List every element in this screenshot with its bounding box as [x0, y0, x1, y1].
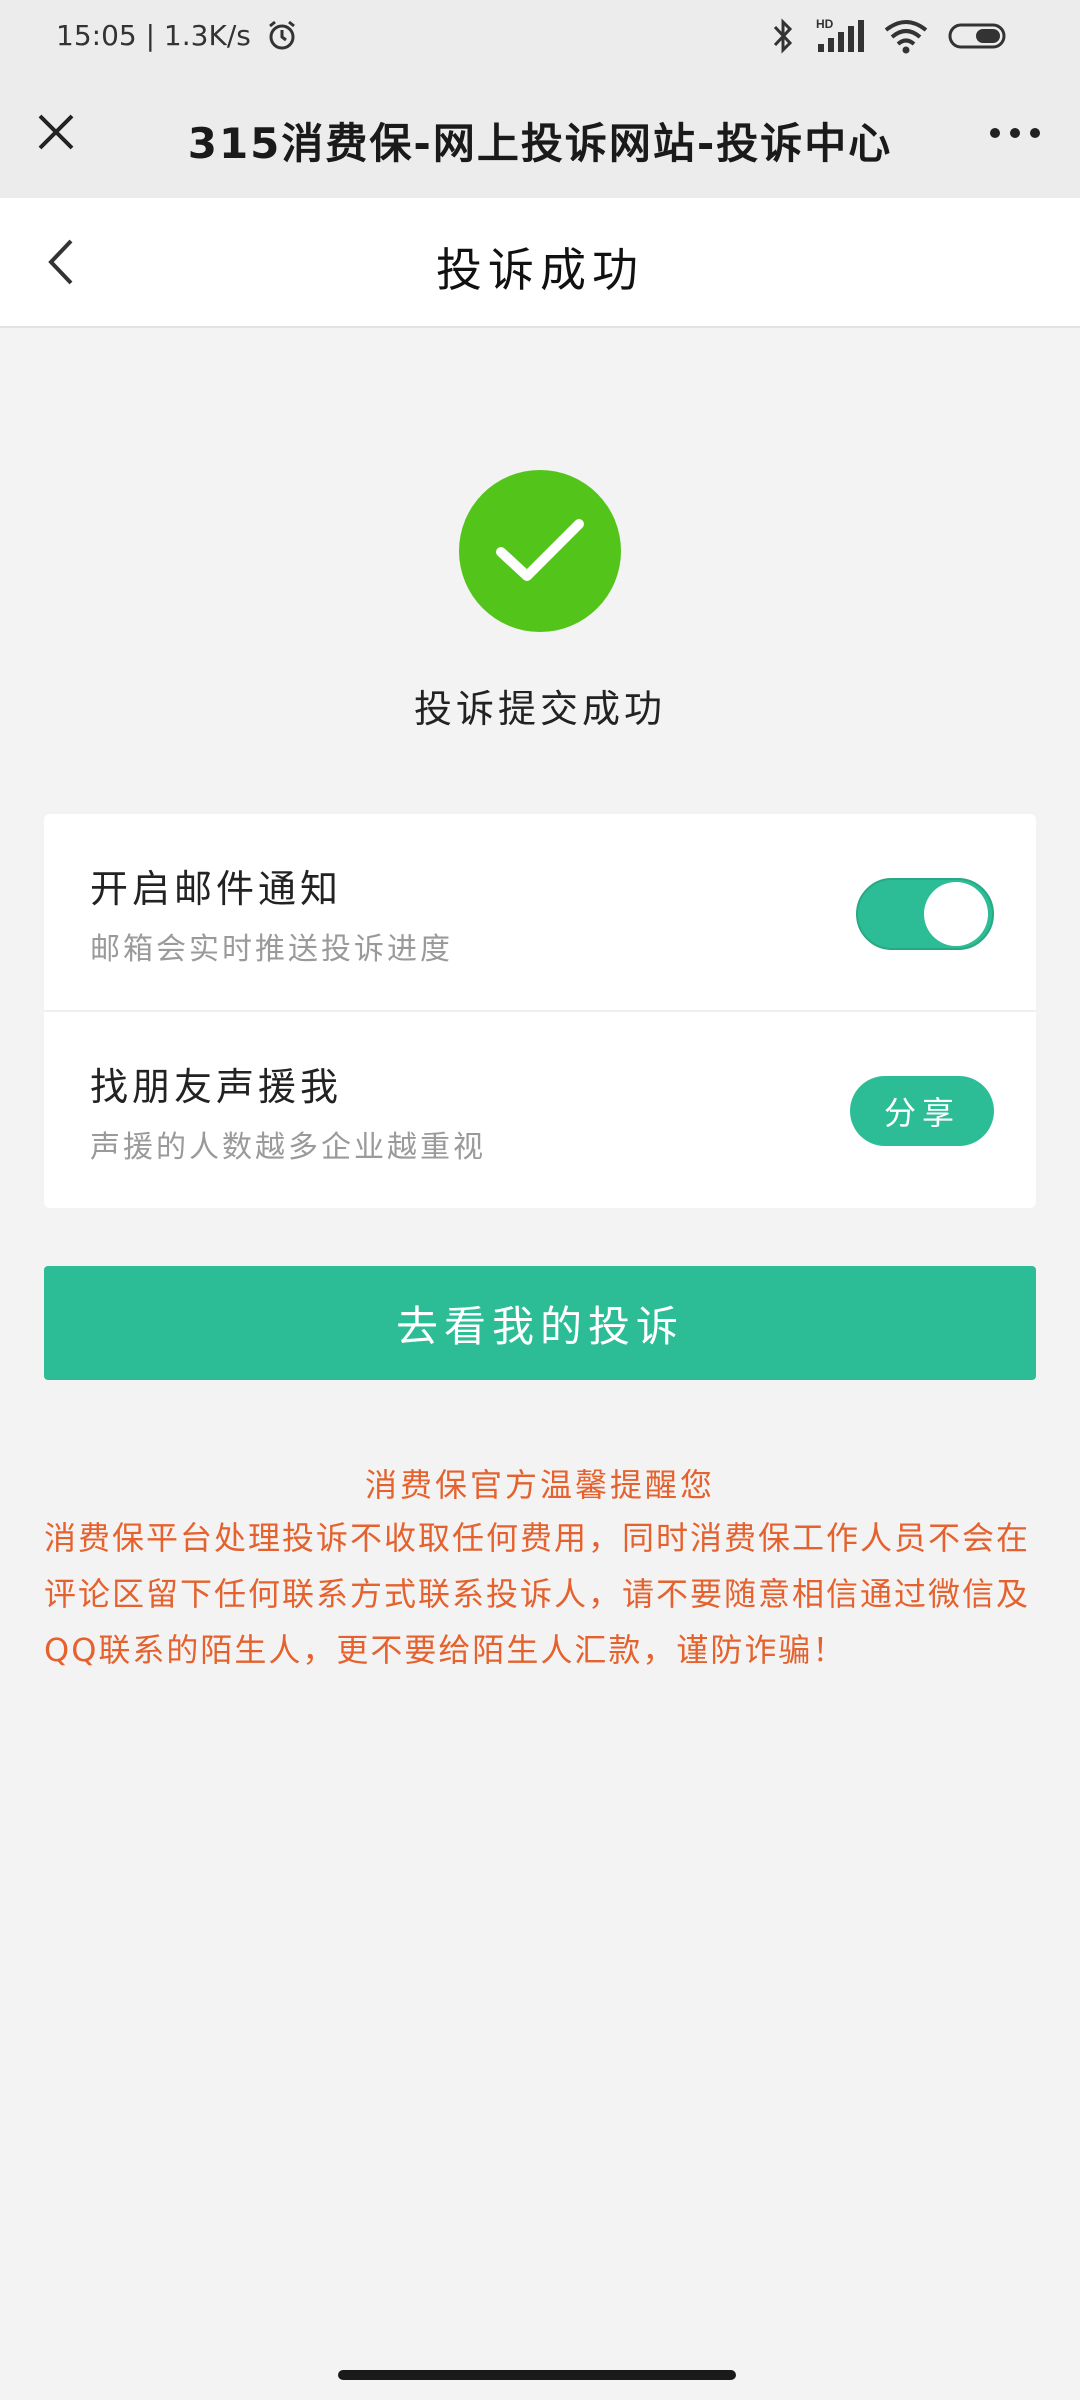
- status-time: 15:05 | 1.3K/s: [56, 18, 251, 52]
- close-icon: [38, 114, 74, 150]
- support-subtitle: 声援的人数越多企业越重视: [90, 1130, 486, 1165]
- home-indicator[interactable]: [338, 2370, 736, 2380]
- page-header: 投诉成功: [0, 198, 1080, 328]
- options-card: 开启邮件通知 邮箱会实时推送投诉进度 找朋友声援我 声援的人数越多企业越重视 分…: [44, 814, 1036, 1208]
- wifi-icon: [884, 20, 928, 54]
- battery-icon: [948, 23, 1006, 49]
- status-bar: 15:05 | 1.3K/s HD: [0, 0, 1080, 78]
- close-button[interactable]: [28, 104, 84, 160]
- email-notification-toggle[interactable]: [856, 878, 994, 950]
- email-notification-title: 开启邮件通知: [90, 867, 343, 911]
- email-notification-row: 开启邮件通知 邮箱会实时推送投诉进度: [44, 814, 1036, 1012]
- back-button[interactable]: [30, 232, 90, 292]
- toggle-knob: [924, 882, 988, 946]
- support-title: 找朋友声援我: [90, 1065, 343, 1109]
- webview-title: 315消费保-网上投诉网站-投诉中心: [187, 119, 893, 168]
- status-right: HD: [770, 16, 1010, 56]
- more-dot-icon: [1030, 128, 1040, 138]
- more-dot-icon: [1010, 128, 1020, 138]
- svg-text:HD: HD: [816, 17, 834, 31]
- view-my-complaint-button[interactable]: 去看我的投诉: [44, 1266, 1036, 1380]
- check-icon: [496, 519, 584, 581]
- alarm-icon: [268, 20, 295, 50]
- bluetooth-icon: [773, 18, 793, 54]
- page-title: 投诉成功: [436, 243, 644, 297]
- success-badge: [459, 470, 621, 632]
- email-notification-subtitle: 邮箱会实时推送投诉进度: [90, 932, 453, 967]
- notice-title: 消费保官方温馨提醒您: [364, 1466, 715, 1504]
- status-left: 15:05 | 1.3K/s: [56, 18, 299, 52]
- notice-body: 消费保平台处理投诉不收取任何费用，同时消费保工作人员不会在评论区留下任何联系方式…: [44, 1519, 1031, 1669]
- back-arrow-icon: [48, 239, 73, 285]
- share-button[interactable]: 分享: [850, 1076, 994, 1146]
- signal-icon: HD: [816, 17, 864, 52]
- support-row: 找朋友声援我 声援的人数越多企业越重视 分享: [44, 1012, 1036, 1208]
- webview-title-bar: 315消费保-网上投诉网站-投诉中心: [0, 78, 1080, 198]
- more-options-button[interactable]: [980, 108, 1050, 158]
- success-message: 投诉提交成功: [413, 687, 666, 731]
- more-dot-icon: [990, 128, 1000, 138]
